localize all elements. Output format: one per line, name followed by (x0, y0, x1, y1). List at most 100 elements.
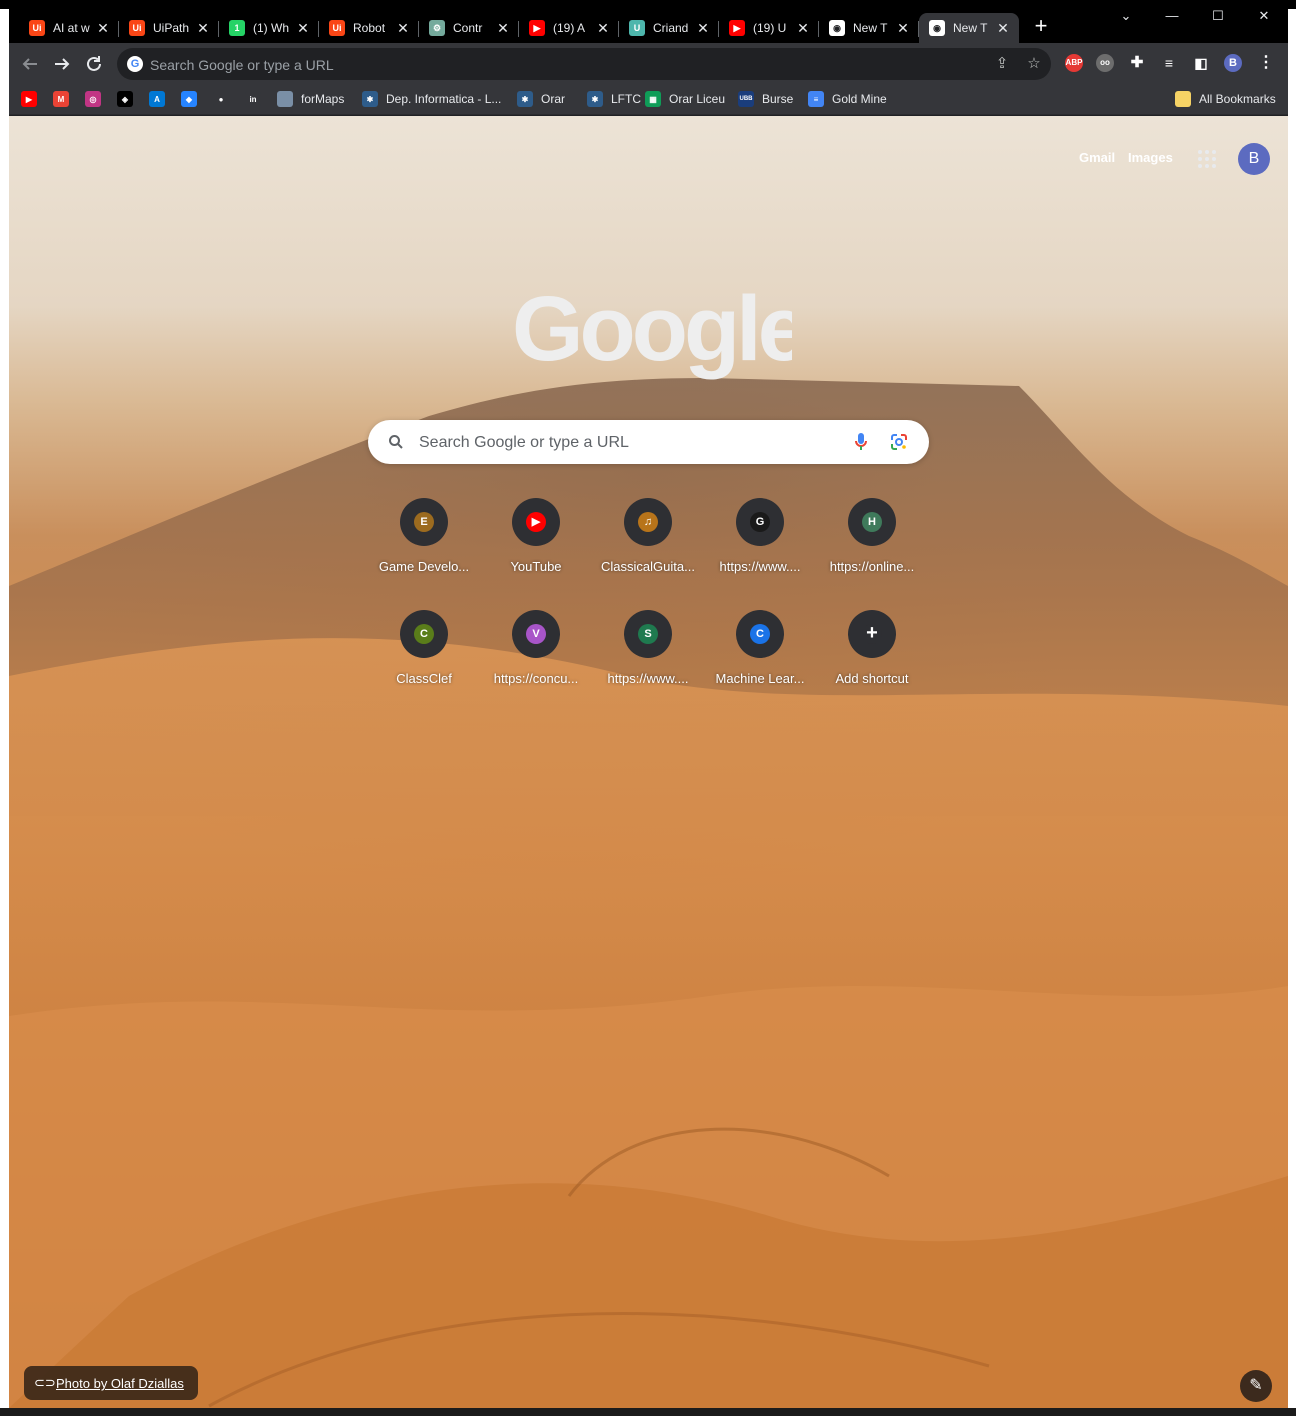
address-bar[interactable]: G Search Google or type a URL ⇪ ☆ (117, 48, 1051, 80)
tab[interactable]: ▶ (19) A ✕ (519, 13, 619, 43)
tab[interactable]: U Criand ✕ (619, 13, 719, 43)
chrome-icon: ◉ (829, 20, 845, 36)
taskbar-edge (0, 1408, 1296, 1416)
close-tab-icon[interactable]: ✕ (895, 20, 911, 36)
profile-avatar[interactable]: B (1224, 54, 1242, 72)
shortcut-tile[interactable]: E Game Develo... (368, 498, 480, 610)
shortcut-tile[interactable]: ♫ ClassicalGuita... (592, 498, 704, 610)
bookmark-item[interactable]: ✱ LFTC (587, 90, 641, 108)
close-window-button[interactable]: ✕ (1241, 9, 1287, 39)
shortcut-label: https://online... (829, 559, 915, 574)
new-tab-button[interactable]: + (1031, 15, 1051, 37)
media-controls-icon[interactable]: ≡ (1160, 54, 1178, 72)
bookmark-item[interactable]: ◈ (117, 90, 133, 108)
tab[interactable]: ◉ New T ✕ (819, 13, 919, 43)
shortcut-label: Game Develo... (378, 559, 470, 574)
reload-button[interactable] (83, 53, 105, 75)
google-apps-icon[interactable] (1198, 150, 1216, 168)
bookmark-item[interactable]: ✱ Orar (517, 90, 565, 108)
tab-search-icon[interactable]: ⌄ (1103, 9, 1149, 39)
bookmark-item[interactable]: ◎ (85, 90, 101, 108)
tab[interactable]: Ui Robot ✕ (319, 13, 419, 43)
bookmark-item[interactable]: ● (213, 90, 229, 108)
new-tab-page: Gmail Images B Google Search Google or t… (9, 116, 1288, 1408)
shortcut-tile[interactable]: C Machine Lear... (704, 610, 816, 722)
bookmark-item[interactable]: UBB Burse (738, 90, 793, 108)
close-tab-icon[interactable]: ✕ (495, 20, 511, 36)
shortcut-tile[interactable]: Shttps://www.... (592, 610, 704, 722)
close-tab-icon[interactable]: ✕ (795, 20, 811, 36)
google-lens-icon[interactable] (890, 433, 908, 451)
tab-title: (19) A (553, 21, 586, 35)
close-tab-icon[interactable]: ✕ (695, 20, 711, 36)
bookmark-item[interactable]: ≡ Gold Mine (808, 90, 887, 108)
github-icon: ● (213, 91, 229, 107)
menu-kebab-icon[interactable]: ⋮ (1257, 54, 1275, 72)
images-link[interactable]: Images (1128, 150, 1173, 165)
close-tab-icon[interactable]: ✕ (195, 20, 211, 36)
add-shortcut-tile[interactable]: + Add shortcut (816, 610, 928, 722)
bookmark-item[interactable]: M (53, 90, 69, 108)
shortcut-tile[interactable]: ▶ YouTube (480, 498, 592, 610)
in-icon: in (245, 91, 261, 107)
close-tab-icon[interactable]: ✕ (395, 20, 411, 36)
voice-search-icon[interactable] (854, 432, 868, 452)
close-tab-icon[interactable]: ✕ (595, 20, 611, 36)
customize-chrome-button[interactable]: ✎ (1240, 1370, 1272, 1402)
shortcut-label: https://concu... (493, 671, 579, 686)
maximize-button[interactable]: ☐ (1195, 9, 1241, 39)
forward-button[interactable] (51, 53, 73, 75)
bookmark-item[interactable]: ✱ Dep. Informatica - L... (362, 90, 501, 108)
reload-icon (87, 56, 101, 71)
bookmark-label: LFTC (611, 92, 641, 106)
background-window-edge (1288, 9, 1296, 1416)
share-icon[interactable]: ⇪ (993, 55, 1011, 73)
extensions-puzzle-icon[interactable]: ✚ (1128, 54, 1146, 72)
close-tab-icon[interactable]: ✕ (995, 20, 1011, 36)
shortcut-tile[interactable]: C ClassClef (368, 610, 480, 722)
search-box[interactable]: Search Google or type a URL (368, 420, 929, 464)
shortcut-circle: + (848, 610, 896, 658)
tab[interactable]: ◉ New T ✕ (919, 13, 1019, 43)
gmail-link[interactable]: Gmail (1079, 150, 1115, 165)
tab[interactable]: Ui UiPath ✕ (119, 13, 219, 43)
tab[interactable]: 1 (1) Wh ✕ (219, 13, 319, 43)
side-panel-icon[interactable]: ◧ (1192, 54, 1210, 72)
shortcut-tile[interactable]: Vhttps://concu... (480, 610, 592, 722)
plus-icon: + (862, 623, 882, 644)
site-favicon-icon: H (862, 512, 882, 532)
image-icon (277, 91, 293, 107)
account-avatar[interactable]: B (1238, 143, 1270, 175)
whatsapp-icon: 1 (229, 20, 245, 36)
photo-credit[interactable]: ⊂⊃ Photo by Olaf Dziallas (24, 1366, 198, 1400)
tab[interactable]: Ui AI at w ✕ (19, 13, 119, 43)
bookmark-label: Dep. Informatica - L... (386, 92, 502, 106)
bookmark-item[interactable]: ▦ Orar Liceu (645, 90, 725, 108)
back-button[interactable] (19, 53, 41, 75)
adblock-plus-icon[interactable]: ABP (1065, 54, 1083, 72)
bookmark-item[interactable]: forMaps (277, 90, 344, 108)
ubb-icon: ✱ (517, 91, 533, 107)
shortcut-tile[interactable]: Ghttps://www.... (704, 498, 816, 610)
bookmark-item[interactable]: in (245, 90, 261, 108)
bookmark-star-icon[interactable]: ☆ (1025, 55, 1043, 73)
bookmark-item[interactable]: A (149, 90, 165, 108)
chatgpt-icon: ⚙ (429, 20, 445, 36)
shortcut-tile[interactable]: Hhttps://online... (816, 498, 928, 610)
bookmark-item[interactable]: ▶ (21, 90, 37, 108)
bookmark-item[interactable]: ◆ (181, 90, 197, 108)
extension-owl-icon[interactable]: oo (1096, 54, 1114, 72)
bookmark-label: Orar Liceu (669, 92, 726, 106)
all-bookmarks-label: All Bookmarks (1199, 92, 1276, 106)
youtube-icon: ▶ (529, 20, 545, 36)
folder-icon (1175, 91, 1191, 107)
pencil-icon: ✎ (1249, 1377, 1263, 1394)
all-bookmarks[interactable]: All Bookmarks (1175, 90, 1276, 108)
ubb-logo-icon: UBB (738, 91, 754, 107)
shortcut-label: https://www.... (719, 559, 801, 574)
close-tab-icon[interactable]: ✕ (295, 20, 311, 36)
tab[interactable]: ▶ (19) U ✕ (719, 13, 819, 43)
close-tab-icon[interactable]: ✕ (95, 20, 111, 36)
tab[interactable]: ⚙ Contr ✕ (419, 13, 519, 43)
minimize-button[interactable]: — (1149, 9, 1195, 39)
